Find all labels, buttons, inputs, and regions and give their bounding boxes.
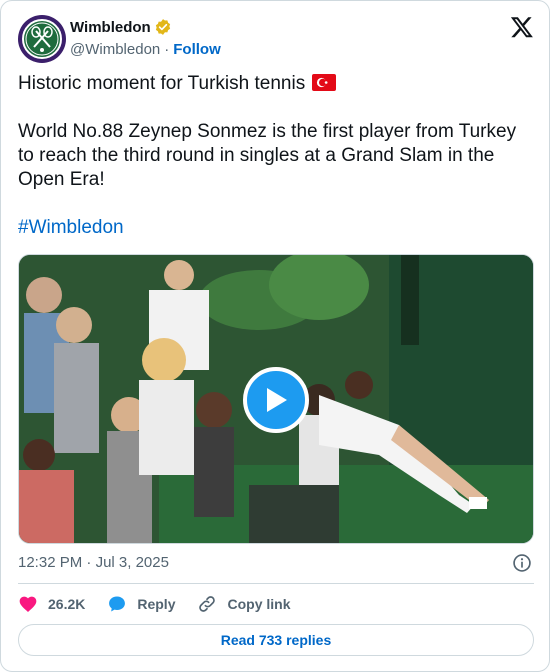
- tweet-header: Wimbledon @Wimbledon · Follow: [18, 15, 534, 63]
- wimbledon-logo-icon: [22, 19, 62, 59]
- link-icon: [199, 596, 216, 612]
- tweet-line-body: World No.88 Zeynep Sonmez is the first p…: [18, 121, 517, 190]
- avatar[interactable]: [18, 15, 66, 63]
- follow-button[interactable]: Follow: [173, 41, 221, 58]
- tweet-meta: 12:32 PM · Jul 3, 2025: [18, 553, 534, 573]
- play-button[interactable]: [243, 367, 309, 433]
- x-logo-icon[interactable]: [510, 15, 534, 39]
- author-identity: Wimbledon @Wimbledon · Follow: [70, 17, 221, 60]
- like-button[interactable]: 26.2K: [18, 593, 85, 615]
- play-icon: [267, 388, 287, 412]
- reply-bubble-icon: [109, 596, 126, 612]
- copy-link-label: Copy link: [227, 596, 291, 612]
- copy-link-button[interactable]: Copy link: [197, 593, 291, 615]
- handle-separator: ·: [164, 40, 170, 58]
- author-display-name[interactable]: Wimbledon: [70, 19, 151, 36]
- tweet-card: Wimbledon @Wimbledon · Follow Historic m…: [0, 0, 550, 672]
- author-handle[interactable]: @Wimbledon: [70, 41, 160, 58]
- turkey-flag-icon: [312, 74, 337, 91]
- tweet-timestamp[interactable]: 12:32 PM · Jul 3, 2025: [18, 554, 169, 571]
- video-thumbnail[interactable]: [18, 254, 534, 544]
- heart-icon: [19, 596, 37, 612]
- verified-badge-icon: [155, 19, 170, 35]
- tweet-text: Historic moment for Turkish tennis World…: [18, 72, 534, 240]
- divider: [18, 583, 534, 584]
- reply-label: Reply: [137, 596, 176, 612]
- tweet-line-headline: Historic moment for Turkish tennis: [18, 73, 306, 94]
- hashtag-link[interactable]: #Wimbledon: [18, 217, 124, 238]
- reply-button[interactable]: Reply: [107, 593, 175, 615]
- tweet-actions: 26.2K Reply Copy link: [18, 593, 313, 615]
- like-count: 26.2K: [48, 596, 86, 612]
- info-icon[interactable]: [512, 553, 532, 573]
- read-replies-button[interactable]: Read 733 replies: [18, 624, 534, 656]
